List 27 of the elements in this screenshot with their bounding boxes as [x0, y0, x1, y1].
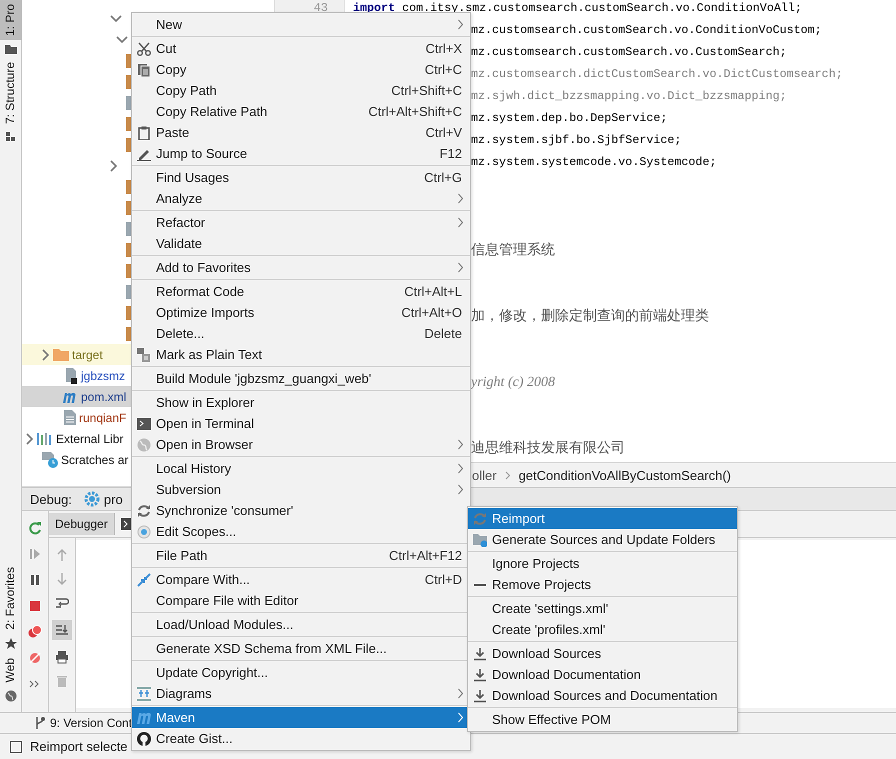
- shortcut-label: Ctrl+Alt+O: [401, 305, 463, 320]
- shortcut-label: Delete: [424, 326, 463, 341]
- line-number: 43: [312, 0, 329, 15]
- code-line: mz.sjwh.dict_bzzsmapping.vo.Dict_bzzsmapping;: [471, 89, 787, 103]
- code-line: mz.customsearch.dictCustomSearch.vo.DictCustomsearch;: [471, 67, 843, 81]
- code-comment: 加，修改，删除定制查询的前端处理类: [471, 308, 709, 324]
- status-message: Reimport selecte: [30, 739, 128, 754]
- code-line: import com.itsy.smz.customsearch.customSearch.vo.ConditionVoAll;: [353, 1, 802, 15]
- shortcut-label: Ctrl+G: [424, 170, 463, 185]
- code-line: mz.customsearch.customSearch.vo.ConditionVoCustom;: [471, 23, 822, 37]
- code-comment: 信息管理系统: [471, 242, 555, 258]
- panel-title: Debug:: [30, 492, 72, 506]
- code-comment: 迪思维科技发展有限公司: [471, 440, 625, 456]
- code-line: mz.customsearch.customSearch.vo.CustomSearch;: [471, 45, 787, 59]
- code-line: mz.system.systemcode.vo.Systemcode;: [471, 155, 716, 169]
- shortcut-label: Ctrl+V: [426, 125, 463, 140]
- shortcut-label: Ctrl+Shift+C: [391, 83, 463, 98]
- shortcut-label: Ctrl+Alt+F12: [389, 548, 463, 563]
- shortcut-label: Ctrl+Alt+Shift+C: [368, 104, 463, 119]
- shortcut-label: F12: [440, 146, 463, 161]
- shortcut-label: Ctrl+Alt+L: [404, 284, 463, 299]
- code-line: mz.system.dep.bo.DepService;: [471, 111, 668, 125]
- shortcut-label: Ctrl+X: [426, 41, 463, 56]
- shortcut-label: Ctrl+D: [424, 572, 463, 587]
- code-line: mz.system.sjbf.bo.SjbfService;: [471, 133, 682, 147]
- shortcut-label: Ctrl+C: [424, 62, 463, 77]
- code-comment: yright (c) 2008: [471, 375, 555, 390]
